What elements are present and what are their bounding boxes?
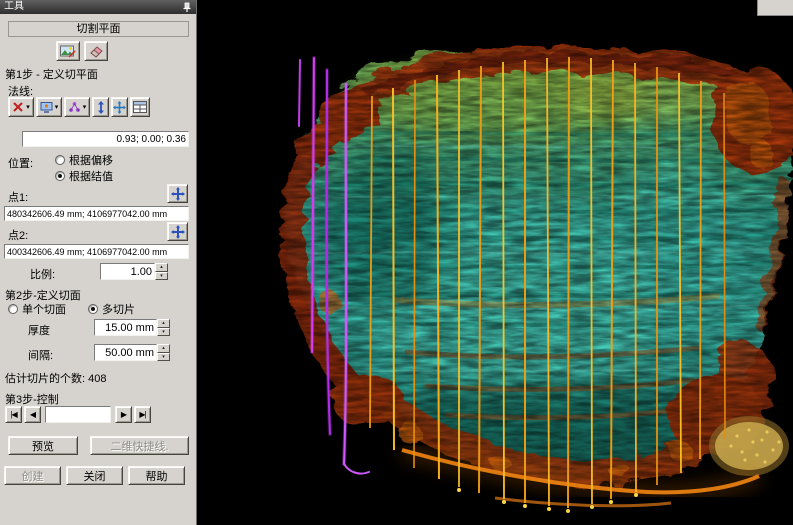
- point1-label: 点1:: [8, 189, 28, 205]
- three-points-icon: [68, 101, 81, 113]
- radio-by-value-label: 根据结值: [69, 168, 113, 184]
- radio-by-offset[interactable]: 根据偏移: [55, 152, 113, 168]
- radio-single-section[interactable]: 单个切面: [8, 301, 66, 317]
- move-cross-icon: [113, 101, 126, 114]
- step1-heading: 第1步 - 定义切平面: [5, 66, 98, 82]
- nav-first-button[interactable]: |◀: [5, 406, 22, 423]
- edit-plane-button[interactable]: [84, 41, 108, 61]
- thickness-label: 厚度: [28, 322, 50, 338]
- position-label: 位置:: [8, 155, 33, 171]
- nav-next-button[interactable]: ▶: [115, 406, 132, 423]
- center-plane-button[interactable]: [111, 97, 128, 117]
- radio-circle: [88, 304, 98, 314]
- app-window: 工具 切割平面 第1步 - 定义切平面 法线:: [0, 0, 793, 525]
- nav-last-button[interactable]: ▶|: [134, 406, 151, 423]
- scale-up-button[interactable]: ▴: [155, 263, 168, 272]
- pin-icon[interactable]: [182, 2, 192, 13]
- screen-icon: [40, 101, 53, 113]
- point2-input[interactable]: [4, 244, 189, 259]
- scale-down-button[interactable]: ▾: [155, 272, 168, 281]
- radio-multi-slice-label: 多切片: [102, 301, 135, 317]
- slice-estimate: 估计切片的个数: 408: [5, 370, 106, 386]
- interval-up-button[interactable]: ▴: [157, 344, 170, 353]
- interval-label: 间隔:: [28, 347, 53, 363]
- pick-cross-icon: [171, 225, 185, 239]
- create-button[interactable]: 创建: [4, 466, 61, 485]
- viewport-3d[interactable]: [197, 0, 793, 525]
- caret-down-icon: ▾: [26, 104, 30, 111]
- slice-estimate-label: 估计切片的个数:: [5, 373, 85, 385]
- radio-by-offset-label: 根据偏移: [69, 152, 113, 168]
- radio-single-section-label: 单个切面: [22, 301, 66, 317]
- radio-circle: [55, 155, 65, 165]
- caret-down-icon: ▾: [55, 104, 59, 111]
- pick-cross-icon: [171, 187, 185, 201]
- normal-from-points-button[interactable]: ▾: [64, 97, 90, 117]
- tool-panel: 工具 切割平面 第1步 - 定义切平面 法线:: [0, 0, 197, 525]
- interval-down-button[interactable]: ▾: [157, 353, 170, 362]
- point2-label: 点2:: [8, 227, 28, 243]
- interval-input[interactable]: [94, 344, 157, 361]
- radio-circle: [8, 304, 18, 314]
- scale-input[interactable]: [100, 263, 155, 280]
- nav-prev-button[interactable]: ◀: [24, 406, 41, 423]
- caret-down-icon: ▾: [83, 104, 87, 111]
- viewport-corner-overlay: [757, 0, 793, 16]
- shortcut-2d-button[interactable]: 二维快捷线.: [90, 436, 189, 455]
- panel-titlebar[interactable]: 工具: [0, 0, 196, 14]
- interval-spinner: ▴ ▾: [94, 344, 170, 361]
- frame-input[interactable]: [45, 406, 111, 423]
- normal-value-input[interactable]: [22, 131, 189, 147]
- panel-title: 工具: [4, 0, 24, 14]
- eraser-icon: [89, 44, 104, 58]
- point-cloud-render: [197, 0, 793, 525]
- normal-axis-button[interactable]: ▾: [8, 97, 34, 117]
- preview-button[interactable]: 预览: [8, 436, 78, 455]
- pick-point1-button[interactable]: [167, 184, 188, 203]
- pick-point2-button[interactable]: [167, 222, 188, 241]
- coordinates-table-button[interactable]: [130, 97, 150, 117]
- scale-spinner: ▴ ▾: [100, 263, 168, 280]
- step3-heading: 第3步-控制: [5, 391, 59, 407]
- point1-input[interactable]: [4, 206, 189, 221]
- define-plane-graphically-button[interactable]: [56, 41, 80, 61]
- picture-icon: [60, 45, 76, 58]
- axis-x-icon: [12, 101, 24, 113]
- help-button[interactable]: 帮助: [128, 466, 185, 485]
- radio-circle: [55, 171, 65, 181]
- table-icon: [133, 101, 147, 113]
- scale-label: 比例:: [30, 266, 55, 282]
- close-button[interactable]: 关闭: [66, 466, 123, 485]
- radio-multi-slice[interactable]: 多切片: [88, 301, 135, 317]
- flip-normal-button[interactable]: [92, 97, 109, 117]
- thickness-spinner: ▴ ▾: [94, 319, 170, 336]
- radio-by-value[interactable]: 根据结值: [55, 168, 113, 184]
- thickness-down-button[interactable]: ▾: [157, 328, 170, 337]
- normal-from-view-button[interactable]: ▾: [36, 97, 62, 117]
- thickness-input[interactable]: [94, 319, 157, 336]
- section-header: 切割平面: [8, 21, 189, 37]
- vertical-arrows-icon: [95, 101, 107, 114]
- thickness-up-button[interactable]: ▴: [157, 319, 170, 328]
- slice-estimate-value: 408: [88, 373, 106, 385]
